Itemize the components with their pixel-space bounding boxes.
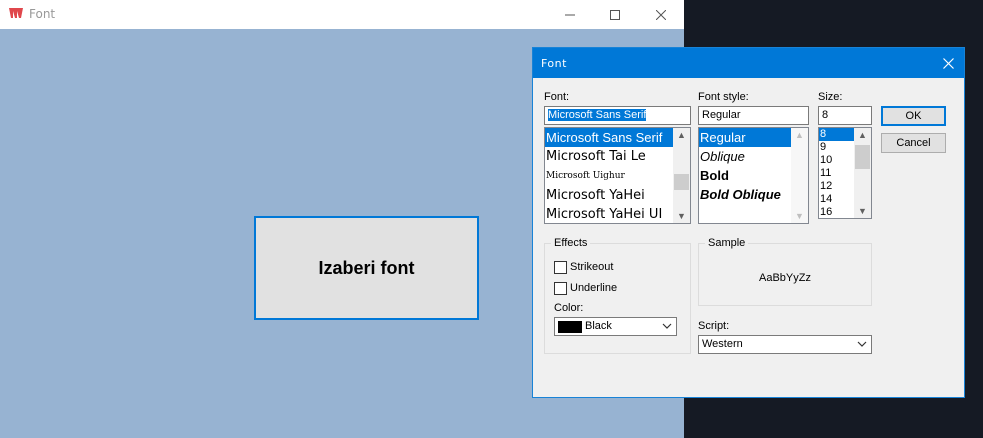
- font-style-listbox[interactable]: Regular Oblique Bold Bold Oblique ▲ ▼: [698, 127, 809, 224]
- chevron-down-icon[interactable]: ▼: [673, 209, 690, 223]
- close-icon: [942, 57, 954, 69]
- color-value: Black: [585, 320, 612, 332]
- size-list-item[interactable]: 10: [819, 154, 854, 167]
- size-label: Size:: [818, 91, 843, 103]
- script-select[interactable]: Western: [698, 335, 872, 354]
- font-style-input[interactable]: Regular: [698, 106, 809, 125]
- style-list-item[interactable]: Regular: [699, 128, 791, 147]
- maximize-icon: [610, 9, 620, 20]
- font-input-value: Microsoft Sans Serif: [548, 109, 647, 121]
- chevron-down-icon[interactable]: ▼: [791, 209, 808, 223]
- underline-label: Underline: [570, 282, 618, 294]
- strikeout-label: Strikeout: [570, 261, 614, 273]
- scroll-thumb[interactable]: [674, 174, 689, 190]
- chevron-down-icon: [857, 341, 867, 347]
- effects-title: Effects: [551, 237, 591, 249]
- sample-group: Sample AaBbYyZz: [698, 237, 872, 306]
- font-label: Font:: [544, 91, 570, 103]
- size-list-item[interactable]: 16: [819, 206, 854, 218]
- style-list-item[interactable]: Bold: [699, 166, 791, 185]
- size-list-item[interactable]: 12: [819, 180, 854, 193]
- minimize-button[interactable]: [547, 0, 593, 29]
- font-listbox[interactable]: Microsoft Sans Serif Microsoft Tai Le Mi…: [544, 127, 691, 224]
- font-list-item[interactable]: Microsoft YaHei UI: [545, 205, 673, 223]
- app-titlebar[interactable]: Font: [0, 0, 684, 29]
- size-list-scrollbar[interactable]: ▲ ▼: [854, 128, 871, 218]
- size-listbox[interactable]: 8 9 10 11 12 14 16 ▲ ▼: [818, 127, 872, 219]
- font-style-label: Font style:: [698, 91, 749, 103]
- size-list-item[interactable]: 8: [819, 128, 854, 141]
- dialog-close-button[interactable]: [936, 52, 960, 74]
- color-swatch: [558, 321, 582, 333]
- script-value: Western: [702, 338, 743, 350]
- minimize-icon: [565, 14, 575, 15]
- font-list-item[interactable]: Microsoft YaHei: [545, 186, 673, 205]
- close-button[interactable]: [638, 0, 684, 29]
- script-label: Script:: [698, 320, 730, 332]
- color-label: Color:: [554, 302, 584, 314]
- app-icon: [9, 8, 23, 18]
- maximize-button[interactable]: [592, 0, 638, 29]
- font-list-item[interactable]: Microsoft Sans Serif: [545, 128, 673, 147]
- scroll-thumb[interactable]: [855, 145, 870, 169]
- chevron-up-icon[interactable]: ▲: [673, 128, 690, 142]
- choose-font-button[interactable]: Izaberi font: [254, 216, 479, 320]
- cancel-button[interactable]: Cancel: [881, 133, 946, 153]
- effects-group: Effects Strikeout Underline Color: Black: [544, 237, 691, 354]
- sample-text: AaBbYyZz: [759, 272, 811, 284]
- style-list-scrollbar[interactable]: ▲ ▼: [791, 128, 808, 223]
- size-list-item[interactable]: 14: [819, 193, 854, 206]
- chevron-down-icon[interactable]: ▼: [854, 204, 871, 218]
- font-list-item[interactable]: Microsoft Uighur: [545, 166, 673, 186]
- style-list-item[interactable]: Bold Oblique: [699, 185, 791, 204]
- font-list-item[interactable]: Microsoft Tai Le: [545, 147, 673, 166]
- strikeout-checkbox[interactable]: [554, 261, 567, 274]
- chevron-down-icon: [662, 323, 672, 329]
- ok-button[interactable]: OK: [881, 106, 946, 126]
- size-list-item[interactable]: 9: [819, 141, 854, 154]
- size-input[interactable]: 8: [818, 106, 872, 125]
- chevron-up-icon[interactable]: ▲: [854, 128, 871, 142]
- font-list-scrollbar[interactable]: ▲ ▼: [673, 128, 690, 223]
- font-input[interactable]: Microsoft Sans Serif: [544, 106, 691, 125]
- chevron-up-icon[interactable]: ▲: [791, 128, 808, 142]
- size-list-item[interactable]: 11: [819, 167, 854, 180]
- underline-checkbox[interactable]: [554, 282, 567, 295]
- color-select[interactable]: Black: [554, 317, 677, 336]
- sample-title: Sample: [705, 237, 749, 249]
- close-icon: [656, 9, 666, 20]
- style-list-item[interactable]: Oblique: [699, 147, 791, 166]
- dialog-title: Font: [541, 57, 567, 70]
- app-title: Font: [29, 7, 56, 21]
- dialog-titlebar[interactable]: Font: [533, 48, 964, 78]
- font-dialog: Font Font: Microsoft Sans Serif Microsof…: [532, 47, 965, 398]
